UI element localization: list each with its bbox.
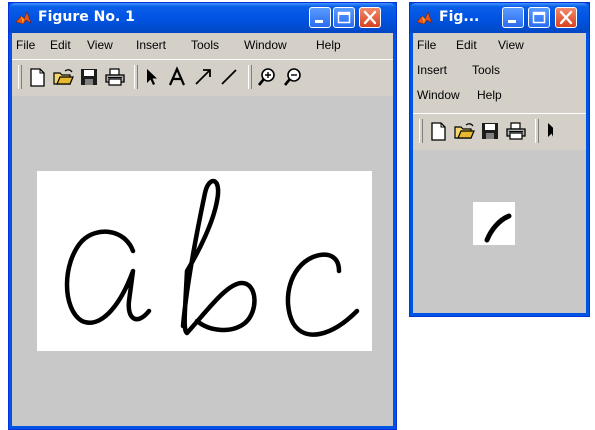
- menu-view[interactable]: View: [498, 38, 524, 52]
- toolbar-separator: [248, 65, 252, 89]
- close-button[interactable]: [359, 7, 381, 28]
- menu-view[interactable]: View: [87, 38, 113, 52]
- select-button[interactable]: [140, 66, 162, 88]
- menu-window[interactable]: Window: [417, 88, 460, 102]
- maximize-icon: [532, 11, 546, 24]
- figure-window-main: Figure No. 1 File Edit View Insert Tools…: [8, 2, 397, 430]
- menu-tools[interactable]: Tools: [191, 38, 219, 52]
- figure-canvas[interactable]: abc: [12, 96, 393, 426]
- menu-help[interactable]: Help: [477, 88, 502, 102]
- matlab-logo-icon: [416, 11, 433, 25]
- toolbar-grip[interactable]: [419, 119, 423, 143]
- minimize-icon: [508, 20, 516, 23]
- plot-axes[interactable]: abc: [37, 171, 372, 351]
- handwriting-abc-curve: [64, 179, 360, 337]
- menu-insert[interactable]: Insert: [417, 63, 447, 77]
- close-button[interactable]: [555, 7, 577, 28]
- menu-edit[interactable]: Edit: [456, 38, 477, 52]
- minimize-button[interactable]: [502, 7, 524, 28]
- print-button[interactable]: [505, 120, 527, 142]
- insert-arrow-button[interactable]: [192, 66, 214, 88]
- toolbar-separator: [134, 65, 138, 89]
- figure-canvas[interactable]: [413, 150, 586, 313]
- select-arrow-icon: [147, 69, 157, 85]
- save-button[interactable]: [479, 120, 501, 142]
- matlab-logo-icon: [15, 11, 32, 25]
- menu-tools[interactable]: Tools: [472, 63, 500, 77]
- toolbar-grip[interactable]: [18, 65, 22, 89]
- window-title: Fig...: [439, 9, 480, 25]
- arrow-icon: [195, 69, 211, 85]
- select-arrow-icon: [548, 123, 553, 137]
- title-bar[interactable]: Figure No. 1: [9, 3, 396, 33]
- menu-bar: File Edit View Insert Tools Window Help: [12, 33, 393, 59]
- print-icon: [506, 122, 526, 140]
- maximize-icon: [337, 11, 351, 24]
- menu-edit[interactable]: Edit: [50, 38, 71, 52]
- new-file-button[interactable]: [427, 120, 449, 142]
- title-bar[interactable]: Fig...: [410, 3, 589, 33]
- toolbar: [12, 59, 393, 97]
- toolbar: [413, 113, 586, 151]
- menu-file[interactable]: File: [417, 38, 436, 52]
- close-icon: [559, 10, 573, 25]
- plot-axes[interactable]: [473, 202, 515, 245]
- zoom-in-button[interactable]: [256, 66, 278, 88]
- minimize-icon: [315, 20, 323, 23]
- insert-line-button[interactable]: [218, 66, 240, 88]
- open-folder-icon: [454, 123, 475, 139]
- line-icon: [221, 69, 237, 85]
- print-button[interactable]: [104, 66, 126, 88]
- menu-window[interactable]: Window: [244, 38, 287, 52]
- select-button[interactable]: [541, 120, 553, 142]
- client-area: File Edit View Insert Tools Window Help: [12, 33, 393, 426]
- zoom-out-icon: [283, 68, 301, 86]
- client-area: File Edit View Insert Tools Window Help: [413, 33, 586, 313]
- menu-bar: File Edit View Insert Tools Window Help: [413, 33, 586, 111]
- zoom-out-button[interactable]: [282, 66, 304, 88]
- menu-insert[interactable]: Insert: [136, 38, 166, 52]
- close-icon: [363, 10, 377, 25]
- zoom-in-icon: [257, 68, 275, 86]
- new-file-icon: [431, 122, 446, 141]
- maximize-button[interactable]: [528, 7, 550, 28]
- text-icon: [168, 66, 186, 86]
- print-icon: [105, 68, 125, 86]
- save-button[interactable]: [78, 66, 100, 88]
- open-file-button[interactable]: [52, 66, 74, 88]
- insert-text-button[interactable]: [166, 66, 188, 88]
- maximize-button[interactable]: [333, 7, 355, 28]
- save-icon: [81, 69, 97, 85]
- save-icon: [482, 123, 498, 139]
- open-file-button[interactable]: [453, 120, 475, 142]
- new-file-icon: [30, 68, 45, 87]
- minimize-button[interactable]: [309, 7, 331, 28]
- menu-help[interactable]: Help: [316, 38, 341, 52]
- new-file-button[interactable]: [26, 66, 48, 88]
- window-title: Figure No. 1: [38, 9, 135, 25]
- toolbar-separator: [535, 119, 539, 143]
- handwriting-stroke-curve: [484, 213, 512, 243]
- figure-window-small: Fig... File Edit View Insert Tools Windo…: [409, 2, 590, 317]
- menu-file[interactable]: File: [16, 38, 35, 52]
- open-folder-icon: [53, 69, 74, 85]
